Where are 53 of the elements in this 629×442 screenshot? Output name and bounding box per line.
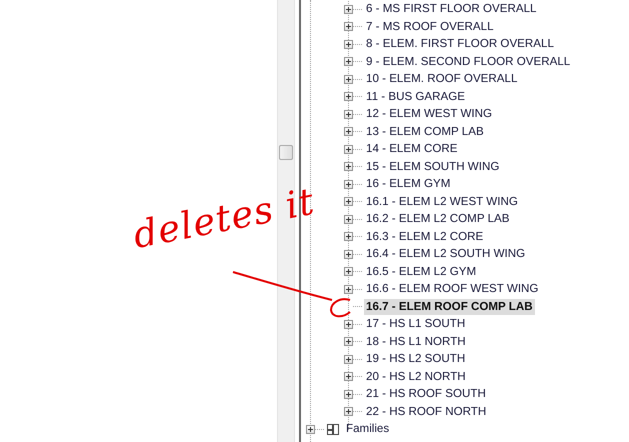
tree-item[interactable]: 16 - ELEM GYM [364,176,452,192]
expand-icon[interactable] [344,40,353,49]
expand-icon[interactable] [344,197,353,206]
expand-icon[interactable] [344,320,353,329]
handwritten-note: deletes it [130,180,318,257]
expand-icon[interactable] [344,180,353,189]
expand-icon[interactable] [344,284,353,294]
tree-item[interactable]: 21 - HS ROOF SOUTH [364,386,488,402]
expand-icon[interactable] [344,372,353,382]
tree-item[interactable]: 10 - ELEM. ROOF OVERALL [364,71,520,88]
tree-item[interactable]: 16.7 - ELEM ROOF COMP LAB [364,298,535,315]
expand-icon[interactable] [344,390,353,399]
tree-item[interactable]: 14 - ELEM CORE [364,141,460,158]
expand-icon[interactable] [344,92,353,102]
tree-item[interactable]: 11 - BUS GARAGE [364,88,468,105]
tree-item[interactable]: 15 - ELEM SOUTH WING [364,158,502,175]
expand-icon[interactable] [344,337,353,346]
tree-item[interactable]: 16.1 - ELEM L2 WEST WING [364,194,520,210]
tree-item[interactable]: 9 - ELEM. SECOND FLOOR OVERALL [364,54,572,70]
expand-icon[interactable] [306,424,315,434]
expand-icon[interactable] [344,22,353,32]
tree-item[interactable]: 12 - ELEM WEST WING [364,106,494,122]
circle-mark [330,298,351,318]
tree-item[interactable]: 17 - HS L1 SOUTH [364,316,468,332]
families-icon [326,422,340,436]
expand-icon[interactable] [344,250,353,259]
tree-item[interactable]: 16.4 - ELEM L2 SOUTH WING [364,246,528,262]
tree-item[interactable]: 22 - HS ROOF NORTH [364,404,488,420]
expand-icon[interactable] [344,267,353,276]
tree-item[interactable]: 16.6 - ELEM ROOF WEST WING [364,281,540,298]
tree-item[interactable]: 20 - HS L2 NORTH [364,368,468,385]
tree-item[interactable]: 16.5 - ELEM L2 GYM [364,264,478,280]
expand-icon[interactable] [344,407,353,416]
tree-item[interactable]: 6 - MS FIRST FLOOR OVERALL [364,1,539,18]
expand-icon[interactable] [344,144,353,154]
expand-icon[interactable] [344,354,353,364]
tree-item[interactable]: 7 - MS ROOF OVERALL [364,18,496,35]
expand-icon[interactable] [344,57,353,66]
expand-icon[interactable] [344,74,353,84]
tree-item[interactable]: 8 - ELEM. FIRST FLOOR OVERALL [364,36,556,52]
expand-icon[interactable] [344,127,353,136]
tree-item[interactable]: Families [344,421,392,438]
expand-icon[interactable] [344,110,353,119]
expand-icon[interactable] [344,214,353,224]
tree-item[interactable]: 19 - HS L2 SOUTH [364,351,468,368]
tree-item[interactable]: 18 - HS L1 NORTH [364,334,468,350]
expand-icon[interactable] [344,4,353,14]
tree-item[interactable]: 13 - ELEM COMP LAB [364,124,486,140]
scrollbar-thumb[interactable] [279,145,293,160]
expand-icon[interactable] [344,232,353,242]
tree-item[interactable]: 16.3 - ELEM L2 CORE [364,228,486,245]
tree-item[interactable]: 16.2 - ELEM L2 COMP LAB [364,211,512,228]
expand-icon[interactable] [344,162,353,172]
